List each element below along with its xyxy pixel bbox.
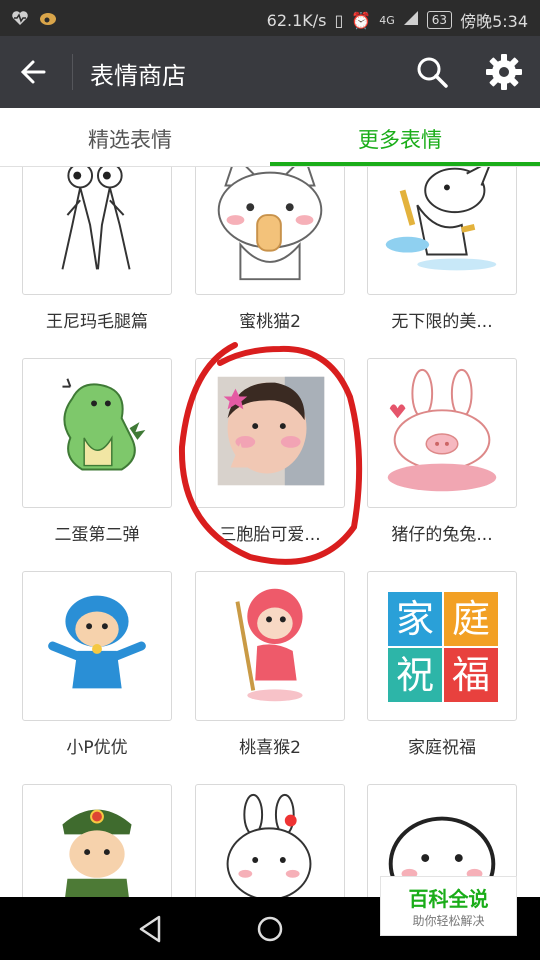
page-title: 表情商店 [90, 62, 186, 90]
watermark-title: 百科全说 [408, 887, 489, 911]
sticker-name: 家庭祝福 [408, 738, 476, 758]
blessing-tile: 祝 [388, 648, 442, 702]
arrow-left-icon [20, 60, 46, 84]
watermark-badge: 百科全说 助你轻松解决 [380, 876, 517, 936]
sticker-name: 小P优优 [66, 738, 128, 758]
search-button[interactable] [414, 54, 450, 90]
alarm-icon: ⏰ [351, 10, 372, 30]
sticker-name: 王尼玛毛腿篇 [46, 312, 148, 332]
signal-bars-icon [403, 10, 419, 30]
search-icon [417, 57, 448, 88]
sticker-art-pig-bunny [387, 368, 497, 492]
sticker-card[interactable] [22, 571, 172, 721]
watermark-subtitle: 助你轻松解决 [412, 914, 485, 928]
gear-icon [486, 54, 522, 90]
sticker-card[interactable] [195, 571, 345, 721]
sticker-art-green-dino [62, 378, 146, 471]
sticker-art-pocoyo [48, 595, 146, 689]
back-button[interactable] [16, 54, 56, 90]
tab-featured[interactable]: 精选表情 [88, 124, 172, 154]
heart-rate-icon [10, 8, 30, 28]
sticker-art-monkey [235, 588, 303, 702]
sticker-card[interactable] [22, 167, 172, 295]
clock: 傍晚5:34 [460, 12, 528, 31]
sticker-grid: 王尼玛毛腿篇 蜜桃猫2 无下限的美... 二蛋第二弹 三胞胎可爱... 猪仔的兔… [0, 167, 540, 897]
blessing-tile: 庭 [444, 592, 498, 646]
sticker-card[interactable] [22, 358, 172, 508]
family-blessing-tiles: 家 庭 祝 福 [388, 592, 498, 702]
red-circle-annotation [178, 342, 363, 565]
sticker-art-dog [385, 167, 497, 271]
sticker-card[interactable] [195, 167, 345, 295]
blessing-tile: 福 [444, 648, 498, 702]
nav-home-button[interactable] [252, 911, 288, 947]
blessing-tile: 家 [388, 592, 442, 646]
active-tab-indicator [270, 162, 540, 166]
tab-bar: 精选表情 更多表情 [0, 108, 540, 167]
sticker-art-white-bunny [226, 793, 312, 897]
sticker-name: 无下限的美... [391, 312, 493, 332]
sticker-art-peach-cat [217, 167, 323, 281]
sticker-card[interactable] [367, 167, 517, 295]
vibrate-icon: ▯ [334, 10, 344, 30]
sticker-card[interactable]: 家 庭 祝 福 [367, 571, 517, 721]
nav-back-button[interactable] [133, 911, 169, 947]
settings-button[interactable] [484, 52, 524, 92]
circle-home-icon [257, 916, 283, 942]
signal-label: 4G [379, 13, 395, 27]
sticker-name: 蜜桃猫2 [239, 312, 301, 332]
sticker-card[interactable] [367, 358, 517, 508]
status-bar: 62.1K/s ▯ ⏰ 4G 63 傍晚5:34 [0, 0, 540, 36]
sticker-card[interactable] [22, 784, 172, 897]
sticker-art-soldier [62, 809, 132, 897]
sticker-name: 二蛋第二弹 [54, 525, 140, 545]
sticker-name: 猪仔的兔兔... [391, 525, 493, 545]
sticker-name: 桃喜猴2 [239, 738, 301, 758]
title-divider [72, 54, 73, 90]
sticker-card[interactable] [195, 784, 345, 897]
title-bar: 表情商店 [0, 36, 540, 108]
tab-more[interactable]: 更多表情 [358, 124, 442, 154]
sticker-art-stickfigures [61, 167, 131, 270]
weibo-icon [38, 8, 58, 28]
network-speed: 62.1K/s [266, 10, 327, 30]
battery-indicator: 63 [426, 11, 453, 29]
triangle-back-icon [139, 915, 161, 943]
